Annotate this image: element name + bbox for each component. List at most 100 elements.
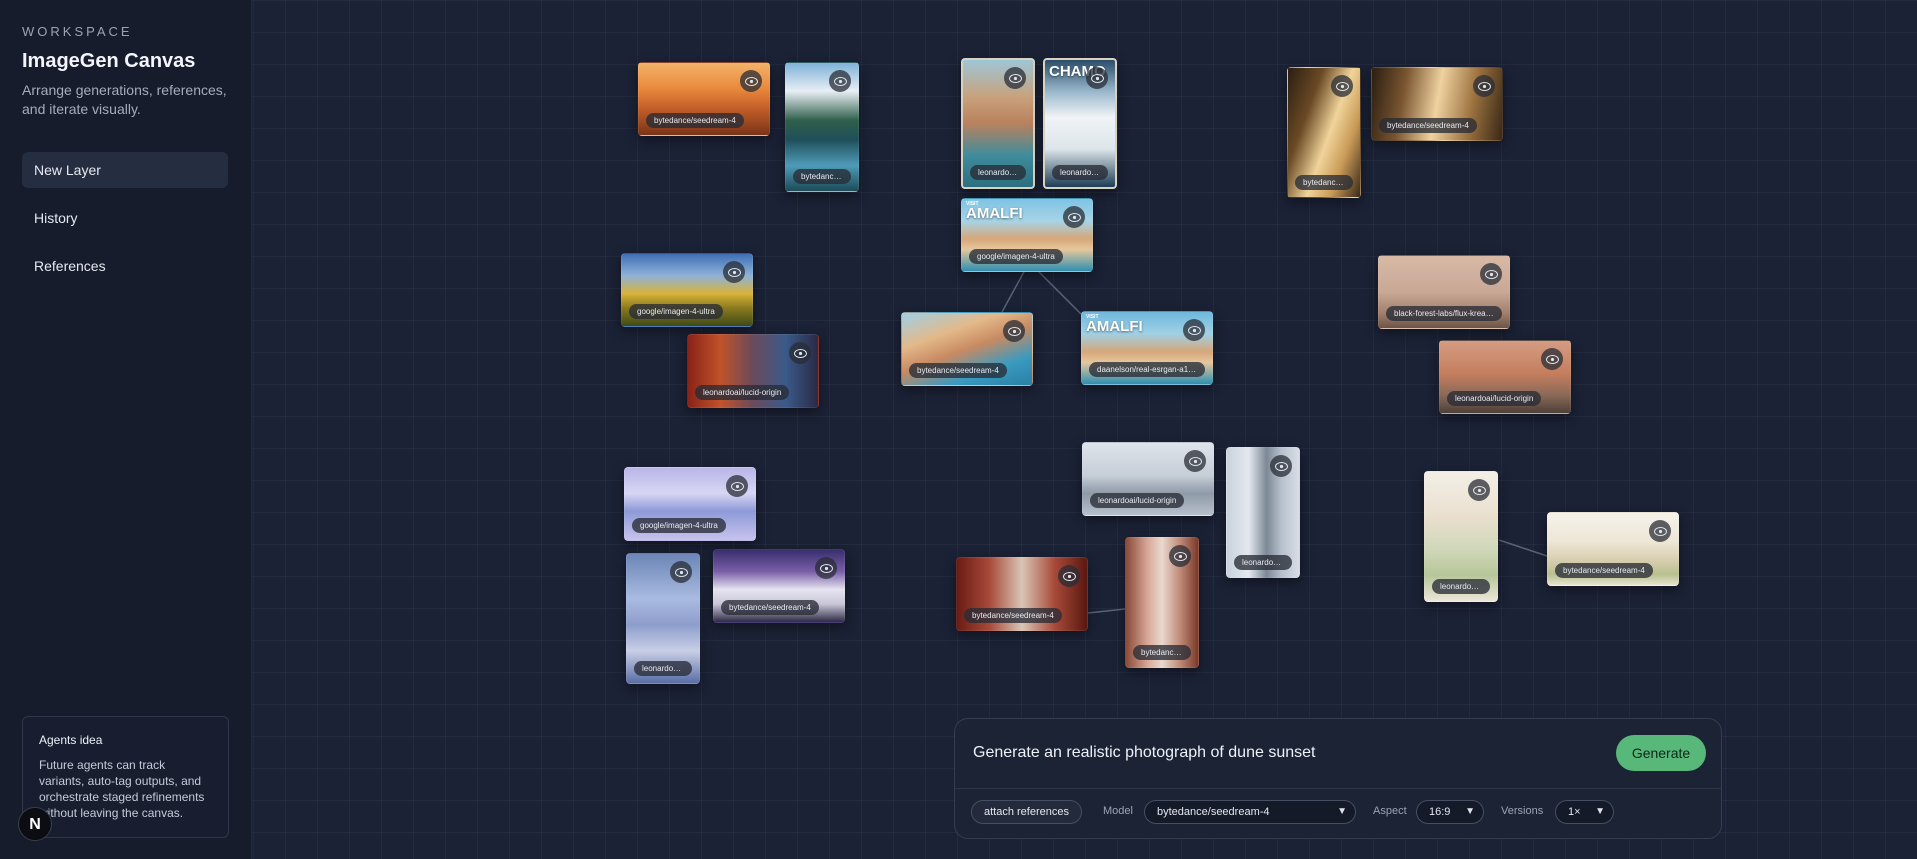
image-card[interactable]: bytedance/... <box>785 62 859 192</box>
versions-select-value: 1× <box>1568 806 1581 818</box>
image-card[interactable]: VISIT AMALFI google/imagen-4-ultra <box>961 198 1093 272</box>
model-tag: bytedance/seedream-4 <box>1379 118 1477 133</box>
image-card[interactable]: bytedance/seedream-4 <box>956 557 1088 631</box>
poster-title: AMALFI <box>966 205 1023 222</box>
connector-line <box>1087 608 1126 614</box>
prompt-input[interactable]: Generate an realistic photograph of dune… <box>973 744 1315 762</box>
nav-references[interactable]: References <box>22 248 228 284</box>
eye-icon[interactable] <box>1270 455 1292 477</box>
eye-icon[interactable] <box>815 557 837 579</box>
model-tag: daanelson/real-esrgan-a100... <box>1089 362 1205 377</box>
chevron-down-icon: ▼ <box>1595 806 1605 817</box>
agents-card-text: Future agents can track variants, auto-t… <box>39 758 205 820</box>
versions-label: Versions <box>1501 805 1544 817</box>
eye-icon[interactable] <box>723 261 745 283</box>
model-label: Model <box>1103 805 1133 817</box>
sidebar: WORKSPACE ImageGen Canvas Arrange genera… <box>0 0 252 859</box>
image-card[interactable]: leonardoai/... <box>1424 471 1498 602</box>
chevron-down-icon: ▼ <box>1337 806 1347 817</box>
image-card[interactable]: bytedance/... <box>1287 67 1361 198</box>
eye-icon[interactable] <box>1184 450 1206 472</box>
eye-icon[interactable] <box>1063 206 1085 228</box>
eye-icon[interactable] <box>740 70 762 92</box>
model-tag: bytedance/seedream-4 <box>964 608 1062 623</box>
model-tag: bytedance/... <box>1133 645 1191 660</box>
eye-icon[interactable] <box>1004 67 1026 89</box>
app-subtitle: Arrange generations, references, and ite… <box>22 82 227 117</box>
model-tag: leonardoai/... <box>970 165 1026 180</box>
app-title: ImageGen Canvas <box>22 50 196 72</box>
image-card[interactable]: leonardoai/... <box>961 58 1035 189</box>
model-tag: bytedance/seedream-4 <box>1555 563 1653 578</box>
eye-icon[interactable] <box>1058 565 1080 587</box>
model-tag: leonardoai/... <box>1432 579 1490 594</box>
eye-icon[interactable] <box>1541 348 1563 370</box>
chevron-down-icon: ▼ <box>1465 806 1475 817</box>
image-card[interactable]: leonardoai/lucid-origin <box>1082 442 1214 516</box>
image-card[interactable]: leonardoai/... <box>626 553 700 684</box>
image-card[interactable]: CHAMO leonardoai/... <box>1043 58 1117 189</box>
model-tag: bytedance/... <box>793 169 851 184</box>
image-card[interactable]: bytedance/seedream-4 <box>1371 67 1503 141</box>
connector-line <box>1498 539 1548 557</box>
connector-line <box>1036 269 1082 315</box>
model-tag: leonardoai/lucid-origin <box>695 385 790 400</box>
model-tag: bytedance/seedream-4 <box>909 363 1007 378</box>
eye-icon[interactable] <box>1183 319 1205 341</box>
image-card[interactable]: leonardoai/lucid-origin <box>1439 340 1571 414</box>
nav-new-layer[interactable]: New Layer <box>22 152 228 188</box>
versions-select[interactable]: 1× ▼ <box>1555 800 1614 824</box>
eye-icon[interactable] <box>1331 75 1353 97</box>
eye-icon[interactable] <box>829 70 851 92</box>
model-tag: leonardoai/lucid-origin <box>1090 493 1185 508</box>
model-tag: leonardoai/... <box>634 661 692 676</box>
model-select-value: bytedance/seedream-4 <box>1157 806 1270 818</box>
eye-icon[interactable] <box>789 342 811 364</box>
model-tag: leonardoai/lucid-origin <box>1447 391 1542 406</box>
eye-icon[interactable] <box>1649 520 1671 542</box>
nav-history[interactable]: History <box>22 200 228 236</box>
model-tag: black-forest-labs/flux-krea-dev <box>1386 306 1502 321</box>
eye-icon[interactable] <box>726 475 748 497</box>
eye-icon[interactable] <box>1473 75 1495 97</box>
image-card[interactable]: bytedance/seedream-4 <box>901 312 1033 386</box>
model-tag: google/imagen-4-ultra <box>969 249 1063 264</box>
prompt-panel: Generate an realistic photograph of dune… <box>954 718 1722 839</box>
agents-idea-card: Agents idea Future agents can track vari… <box>22 716 229 838</box>
model-tag: bytedance/seedream-4 <box>721 600 819 615</box>
model-tag: google/imagen-4-ultra <box>632 518 726 533</box>
attach-references-button[interactable]: attach references <box>971 800 1082 824</box>
workspace-label: WORKSPACE <box>22 24 133 39</box>
model-tag: bytedance/... <box>1295 175 1353 190</box>
image-card[interactable]: google/imagen-4-ultra <box>624 467 756 541</box>
image-card[interactable]: leonardoai/lucid-origin <box>687 334 819 408</box>
model-tag: leonardoai/... <box>1052 165 1108 180</box>
image-card[interactable]: leonardoai/... <box>1226 447 1300 578</box>
image-card[interactable]: bytedance/seedream-4 <box>713 549 845 623</box>
model-tag: google/imagen-4-ultra <box>629 304 723 319</box>
eye-icon[interactable] <box>1086 67 1108 89</box>
agents-card-title: Agents idea <box>39 733 103 747</box>
aspect-select[interactable]: 16:9 ▼ <box>1416 800 1484 824</box>
model-tag: leonardoai/... <box>1234 555 1292 570</box>
image-card[interactable]: black-forest-labs/flux-krea-dev <box>1378 255 1510 329</box>
eye-icon[interactable] <box>670 561 692 583</box>
next-logo-badge[interactable]: N <box>18 807 52 841</box>
image-card[interactable]: bytedance/seedream-4 <box>638 62 770 136</box>
poster-title: AMALFI <box>1086 318 1143 335</box>
canvas[interactable]: bytedance/seedream-4 bytedance/... leona… <box>253 0 1917 859</box>
eye-icon[interactable] <box>1169 545 1191 567</box>
image-card[interactable]: google/imagen-4-ultra <box>621 253 753 327</box>
model-tag: bytedance/seedream-4 <box>646 113 744 128</box>
image-card[interactable]: bytedance/seedream-4 <box>1547 512 1679 586</box>
eye-icon[interactable] <box>1468 479 1490 501</box>
generate-button[interactable]: Generate <box>1616 735 1706 771</box>
model-select[interactable]: bytedance/seedream-4 ▼ <box>1144 800 1356 824</box>
image-card[interactable]: bytedance/... <box>1125 537 1199 668</box>
image-card[interactable]: VISIT AMALFI daanelson/real-esrgan-a100.… <box>1081 311 1213 385</box>
aspect-select-value: 16:9 <box>1429 806 1451 818</box>
aspect-label: Aspect <box>1373 805 1407 817</box>
divider <box>955 788 1721 789</box>
eye-icon[interactable] <box>1003 320 1025 342</box>
eye-icon[interactable] <box>1480 263 1502 285</box>
